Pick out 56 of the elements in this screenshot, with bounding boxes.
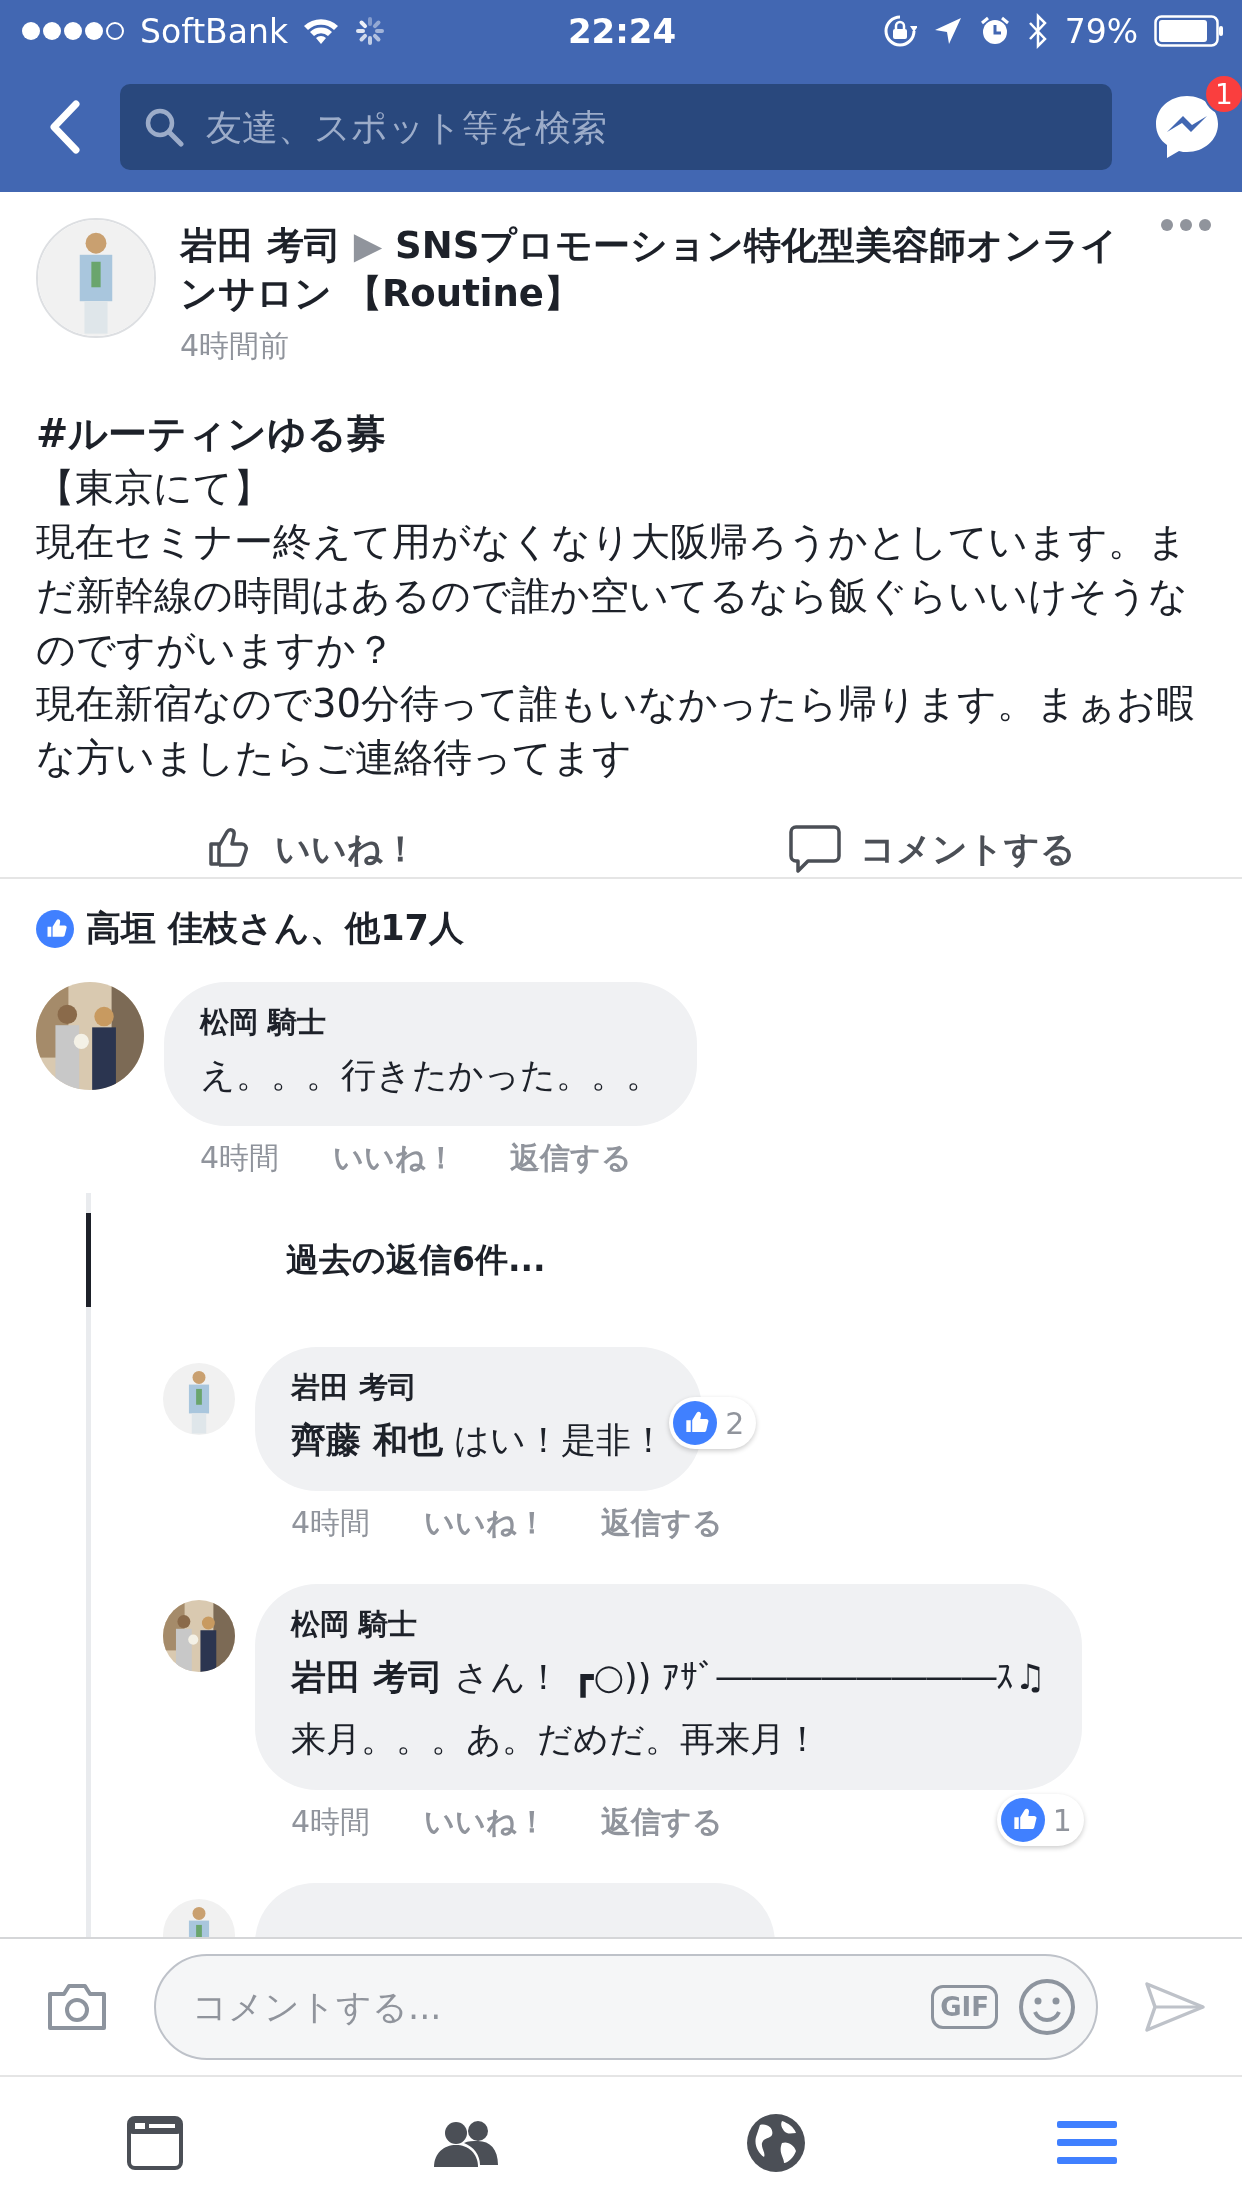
like-icon xyxy=(36,909,74,948)
reply-link[interactable]: 返信する xyxy=(510,1138,633,1179)
carrier-name: SoftBank xyxy=(140,11,288,51)
battery-icon xyxy=(1154,15,1224,47)
comment-text: 齊藤 和也 はい！是非！ xyxy=(291,1419,667,1462)
rotation-lock-icon xyxy=(882,14,917,48)
like-link[interactable]: いいね！ xyxy=(424,1503,548,1544)
like-link[interactable]: いいね！ xyxy=(424,1802,548,1843)
like-link[interactable]: いいね！ xyxy=(333,1138,457,1179)
notification-badge: 1 xyxy=(1204,74,1242,114)
reaction-number: 2 xyxy=(725,1405,745,1441)
commenter-name[interactable]: 松岡 騎士 xyxy=(200,1000,661,1044)
post-title[interactable]: 岩田 考司 ▶ SNSプロモーション特化型美容師オンラインサロン 【Routine】 xyxy=(180,222,1136,318)
menu-icon xyxy=(1056,2118,1117,2167)
loading-icon xyxy=(354,15,386,47)
battery-percent: 79% xyxy=(1064,11,1138,51)
reply-link[interactable]: 返信する xyxy=(601,1503,724,1544)
reaction-count[interactable]: 2 xyxy=(669,1397,757,1449)
news-feed-icon xyxy=(127,2115,184,2170)
comment-time: 4時間 xyxy=(291,1803,371,1841)
reaction-number: 1 xyxy=(1052,1802,1072,1838)
wifi-icon xyxy=(302,16,340,46)
like-icon xyxy=(673,1401,718,1445)
like-button[interactable]: いいね！ xyxy=(0,821,621,877)
reply-link[interactable]: 返信する xyxy=(601,1802,724,1843)
post-text: 現在新宿なので30分待って誰もいなかったら帰ります。まぁお暇な方いましたらご連絡待ってます xyxy=(36,680,1196,782)
search-field[interactable]: 友達、スポット等を検索 xyxy=(120,84,1112,170)
post-text: 現在セミナー終えて用がなくなり大阪帰ろうかとしています。まだ新幹線の時間はあるので誰か空いてるなら飯ぐらいいけそうなのですがいますか？ xyxy=(36,518,1189,674)
post-time[interactable]: 4時間前 xyxy=(180,326,1136,367)
search-icon xyxy=(144,107,184,147)
like-icon xyxy=(1000,1798,1045,1842)
comment-time: 4時間 xyxy=(200,1139,280,1177)
globe-icon xyxy=(746,2112,807,2173)
more-icon[interactable] xyxy=(1160,218,1212,232)
comment-time: 4時間 xyxy=(291,1504,371,1542)
reaction-count[interactable]: 1 xyxy=(996,1794,1084,1846)
signal-icon xyxy=(20,20,126,42)
comment-text: え。。。行きたかった。。。 xyxy=(200,1054,661,1097)
likes-summary[interactable]: 高垣 佳枝さん、他17人 xyxy=(86,905,464,952)
post-text: 【東京にて】 xyxy=(36,464,273,512)
commenter-name[interactable]: 松岡 騎士 xyxy=(291,1602,1046,1646)
emoji-icon[interactable] xyxy=(1018,1978,1076,2036)
back-icon[interactable] xyxy=(50,100,80,154)
comment-text: 岩田 考司 さん！ ┏○)) ｱｻﾞ――――――――ｽ♫ xyxy=(291,1656,1046,1700)
more-replies-link[interactable]: 過去の返信6件... xyxy=(286,1237,546,1283)
comment-button[interactable]: コメントする xyxy=(621,823,1242,875)
gif-button[interactable]: GIF xyxy=(931,1985,998,2029)
people-icon xyxy=(433,2118,498,2167)
commenter-name[interactable]: 岩田 考司 xyxy=(291,1365,667,1409)
clock: 22:24 xyxy=(567,11,677,51)
bluetooth-icon xyxy=(1026,13,1049,49)
camera-icon[interactable] xyxy=(46,1982,108,2032)
hashtag-link[interactable]: #ルーティンゆる募 xyxy=(36,407,1206,461)
alarm-icon xyxy=(978,15,1011,47)
comment-text: 来月。。。あ。だめだ。再来月！ xyxy=(291,1718,821,1761)
speech-bubble-icon xyxy=(787,824,842,874)
